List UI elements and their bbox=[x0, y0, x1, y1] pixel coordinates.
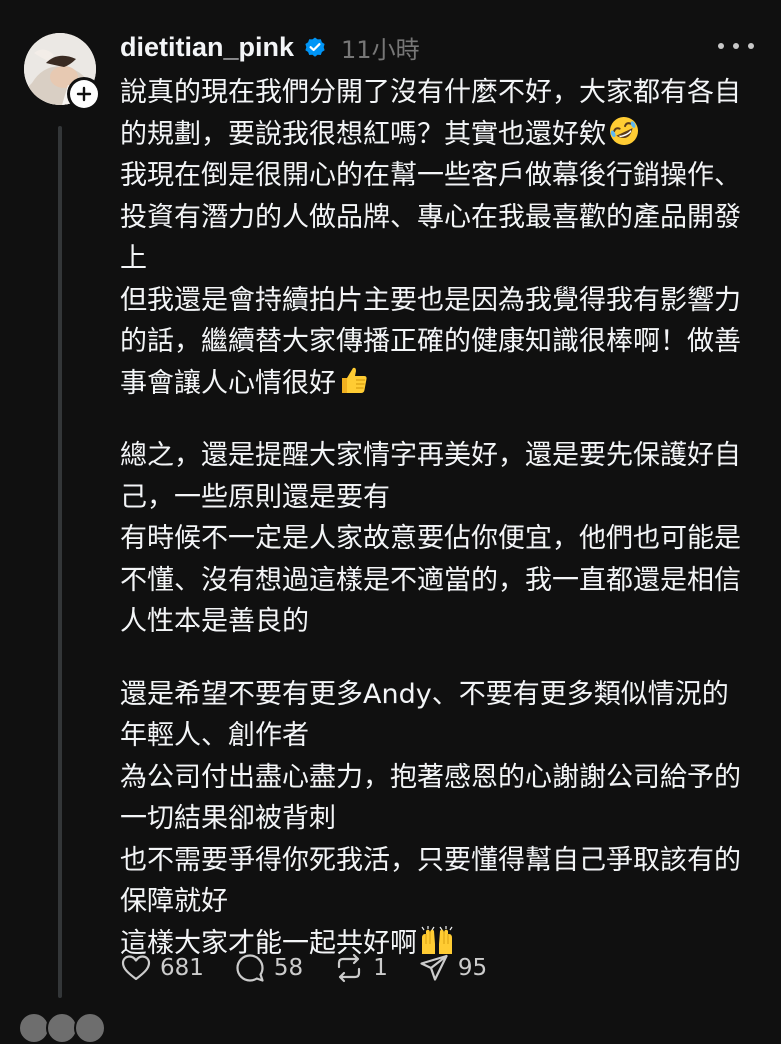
like-count: 681 bbox=[160, 955, 204, 981]
post-line: 己，一些原則還是要有 bbox=[120, 481, 390, 513]
post-paragraph: 也不需要爭得你死我活，只要懂得幫自己爭取該有的 保障就好 bbox=[120, 840, 770, 923]
comment-count: 58 bbox=[273, 955, 304, 981]
repost-button[interactable]: 1 bbox=[333, 952, 388, 984]
reply-avatars bbox=[18, 1012, 114, 1044]
post-line: 人性本是善良的 bbox=[120, 606, 309, 637]
post-line: 上 bbox=[120, 243, 147, 274]
post-paragraph: 還是希望不要有更多Andy、不要有更多類似情況的 年輕人、創作者 bbox=[120, 674, 770, 757]
plus-icon bbox=[70, 80, 98, 108]
post-line: 還是希望不要有更多Andy、不要有更多類似情況的 bbox=[120, 678, 729, 710]
username[interactable]: dietitian_pink bbox=[120, 32, 294, 63]
post-line: 的話，繼續替大家傳播正確的健康知識很棒啊！做善 bbox=[120, 326, 741, 357]
share-button[interactable]: 95 bbox=[418, 952, 487, 984]
post-paragraph: 說真的現在我們分開了沒有什麼不好，大家都有各自 的規劃，要說我很想紅嗎？其實也還… bbox=[120, 72, 770, 155]
thumbs-up-emoji bbox=[338, 364, 370, 409]
post-body: 說真的現在我們分開了沒有什麼不好，大家都有各自 的規劃，要說我很想紅嗎？其實也還… bbox=[120, 72, 770, 964]
rolling-on-floor-laughing-emoji bbox=[608, 115, 640, 160]
heart-icon bbox=[121, 955, 151, 981]
post-paragraph: 但我還是會持續拍片主要也是因為我覺得我有影響力 的話，繼續替大家傳播正確的健康知… bbox=[120, 280, 770, 405]
repost-count: 1 bbox=[373, 955, 388, 981]
share-count: 95 bbox=[457, 955, 488, 981]
post-line: 的規劃，要說我很想紅嗎？其實也還好欸 bbox=[120, 114, 770, 156]
post-line: 不懂、沒有想過這樣是不適當的，我一直都還是相信 bbox=[120, 564, 741, 596]
post-line: 說真的現在我們分開了沒有什麼不好，大家都有各自 bbox=[120, 77, 741, 108]
verified-badge-icon bbox=[303, 35, 327, 59]
send-icon bbox=[420, 954, 448, 981]
post-line: 一切結果卻被背刺 bbox=[120, 803, 336, 834]
post-actions: 681 58 1 95 bbox=[120, 948, 517, 988]
post-line: 有時候不一定是人家故意要佔你便宜，他們也可能是 bbox=[120, 523, 741, 554]
post-header: dietitian_pink 11小時 bbox=[120, 26, 420, 68]
post-paragraph: 有時候不一定是人家故意要佔你便宜，他們也可能是 不懂、沒有想過這樣是不適當的，我… bbox=[120, 518, 770, 643]
post-line: 總之，還是提醒大家情字再美好，還是要先保護好自 bbox=[120, 440, 741, 471]
more-horizontal-icon[interactable] bbox=[718, 32, 754, 60]
comment-button[interactable]: 58 bbox=[234, 952, 303, 984]
follow-button[interactable] bbox=[67, 77, 101, 111]
post-line: 事會讓人心情很好 bbox=[120, 363, 770, 405]
comment-icon bbox=[236, 954, 264, 982]
post-paragraph: 我現在倒是很開心的在幫一些客戶做幕後行銷操作、 投資有潛力的人做品牌、專心在我最… bbox=[120, 155, 770, 280]
repost-icon bbox=[338, 953, 361, 983]
post-line: 但我還是會持續拍片主要也是因為我覺得我有影響力 bbox=[120, 284, 741, 316]
post-line: 也不需要爭得你死我活，只要懂得幫自己爭取該有的 bbox=[120, 844, 741, 876]
post-paragraph: 總之，還是提醒大家情字再美好，還是要先保護好自 己，一些原則還是要有 bbox=[120, 435, 770, 518]
post-line: 保障就好 bbox=[120, 886, 228, 917]
timestamp[interactable]: 11小時 bbox=[341, 30, 420, 65]
thread-line bbox=[58, 126, 62, 998]
post-line: 年輕人、創作者 bbox=[120, 720, 309, 751]
post-line: 我現在倒是很開心的在幫一些客戶做幕後行銷操作、 bbox=[120, 160, 741, 191]
like-button[interactable]: 681 bbox=[120, 952, 204, 984]
post-line: 為公司付出盡心盡力，抱著感恩的心謝謝公司給予的 bbox=[120, 761, 741, 793]
post-line: 投資有潛力的人做品牌、專心在我最喜歡的產品開發 bbox=[120, 201, 741, 233]
reply-avatar bbox=[74, 1012, 106, 1044]
post-paragraph: 為公司付出盡心盡力，抱著感恩的心謝謝公司給予的 一切結果卻被背刺 bbox=[120, 757, 770, 840]
